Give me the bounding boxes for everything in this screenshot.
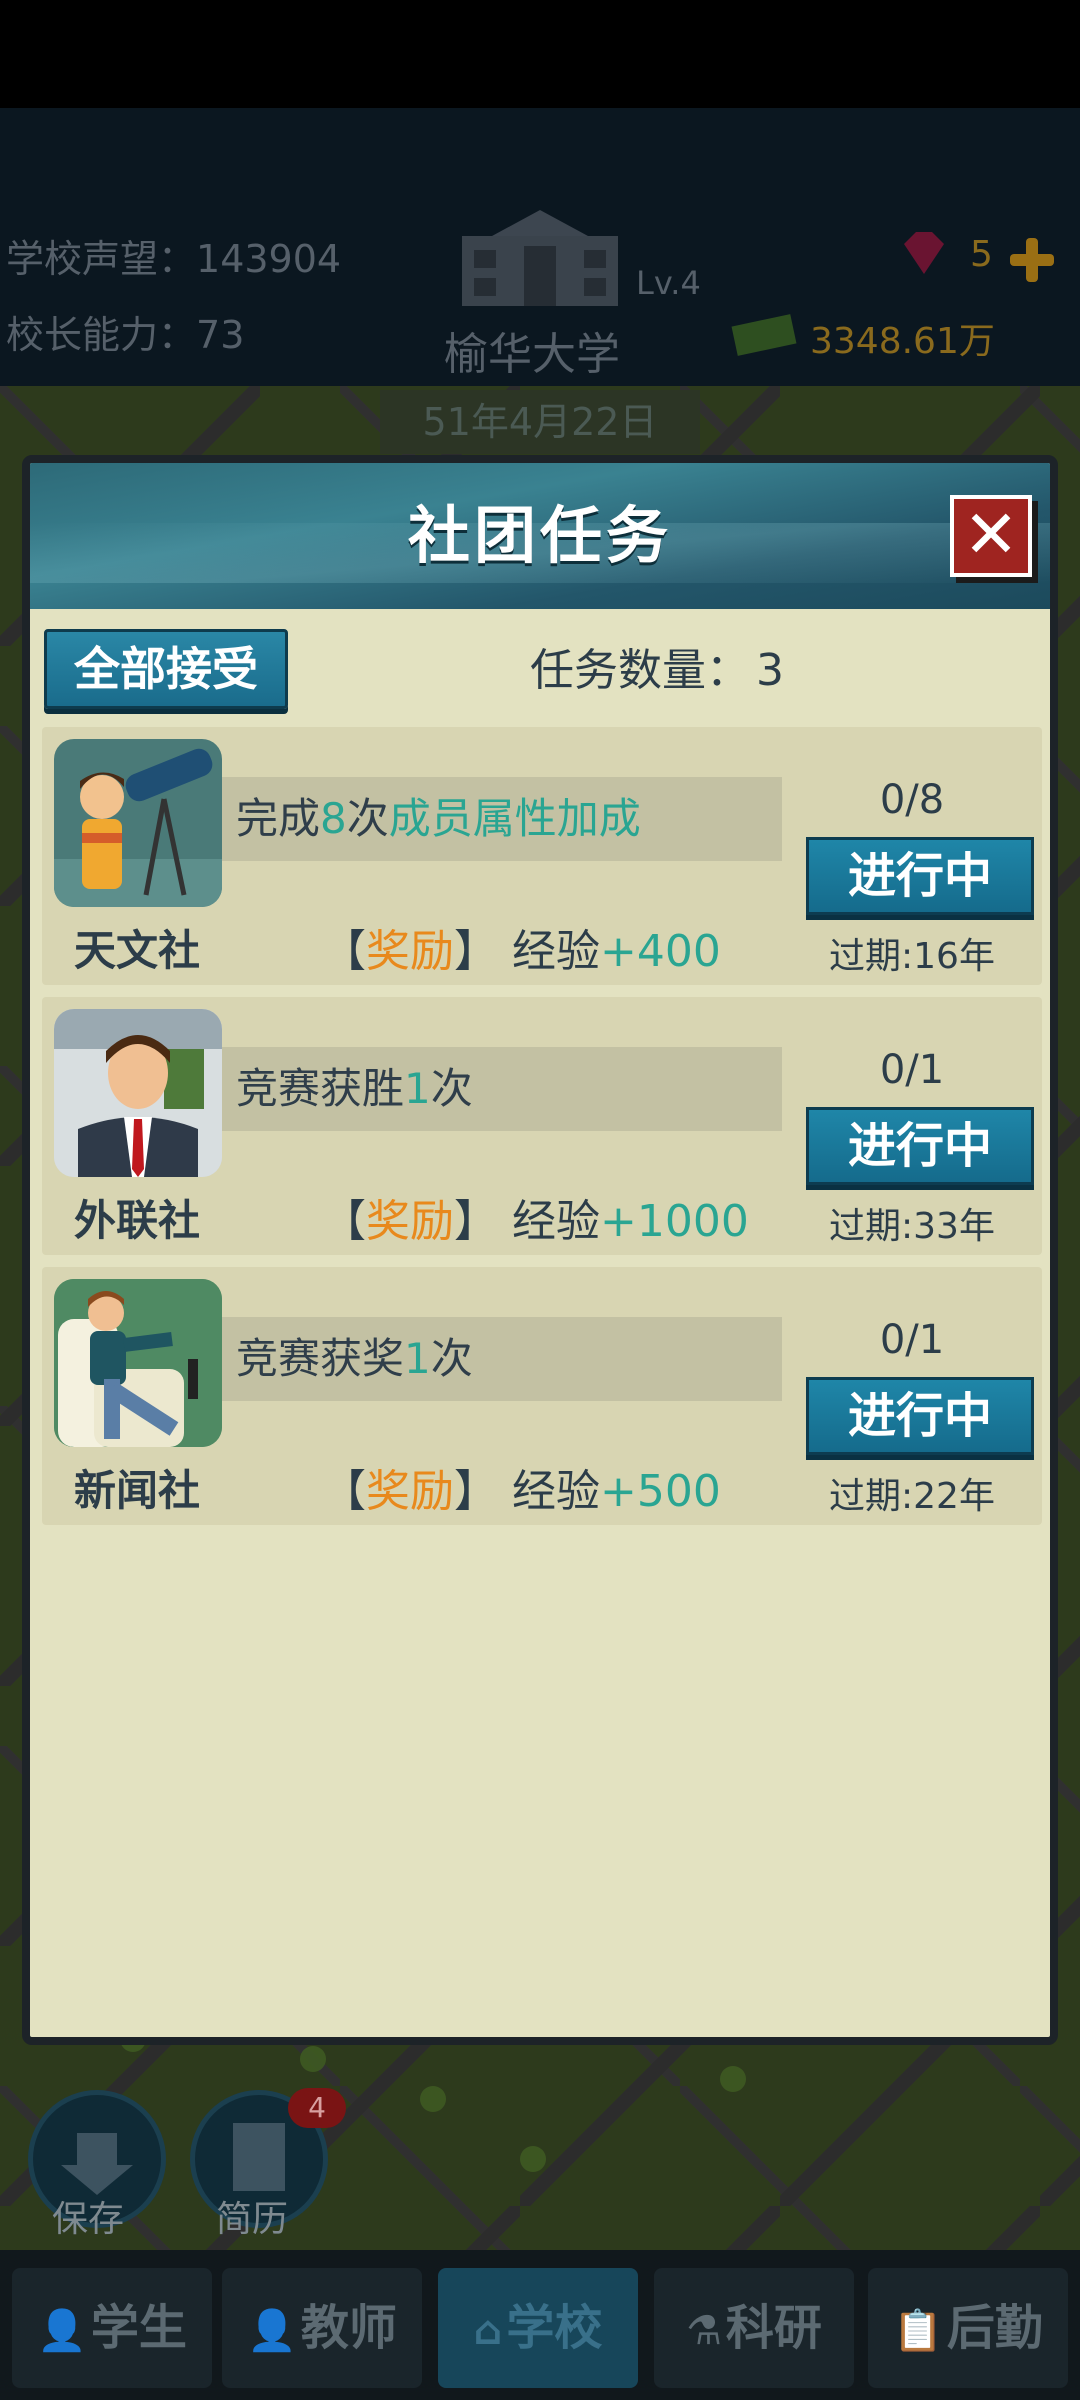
task-progress: 0/1: [879, 1047, 945, 1093]
school-level: Lv.4: [636, 264, 701, 302]
reputation-value: 143904: [196, 237, 342, 281]
task-status-button[interactable]: 进行中: [806, 837, 1034, 915]
reputation-label: 学校声望：: [6, 237, 197, 281]
club-name: 外联社: [74, 1196, 201, 1245]
task-reward: 【奖励】 经验+400: [322, 915, 721, 979]
money-icon: [731, 314, 797, 356]
desc-number: 8: [320, 794, 347, 843]
close-icon: ✕: [963, 496, 1019, 573]
task-count: 任务数量： 3: [530, 631, 910, 711]
reward-word: 奖励: [366, 1196, 454, 1247]
desc-number: 1: [404, 1064, 431, 1113]
desc-prefix: 竞赛获奖: [236, 1334, 405, 1383]
club-name: 天文社: [74, 926, 201, 975]
reward-amount: +400: [600, 926, 721, 977]
tab-school[interactable]: ⌂学校: [438, 2268, 638, 2388]
desc-prefix: 完成: [236, 794, 321, 843]
reward-bracket: 【: [322, 1196, 366, 1247]
add-gems-button[interactable]: [1010, 238, 1054, 282]
task-reward: 【奖励】 经验+1000: [322, 1185, 749, 1249]
desc-highlight: 成员属性加成: [388, 794, 641, 843]
desc-suffix: 次: [430, 1334, 473, 1383]
accept-all-button[interactable]: 全部接受: [44, 629, 288, 709]
task-card: 完成8次成员属性加成 天文社 【奖励】 经验+400 0/8 进行中 过期:16…: [42, 727, 1042, 985]
task-description: 竞赛获奖1次: [222, 1317, 782, 1401]
gem-count: 5: [970, 234, 993, 275]
desc-suffix: 次: [346, 794, 389, 843]
tree-decoration: [720, 2066, 746, 2092]
school-icon: ⌂: [473, 2308, 503, 2354]
reward-bracket: 【: [322, 926, 366, 977]
desc-suffix: 次: [430, 1064, 473, 1113]
tab-label: 后勤: [946, 2300, 1043, 2356]
task-card: 竞赛获胜1次 外联社 【奖励】 经验+1000 0/1 进行中 过期:33年: [42, 997, 1042, 1255]
task-progress: 0/8: [879, 777, 945, 823]
tab-research[interactable]: ⚗科研: [654, 2268, 854, 2388]
tab-logistics[interactable]: 📋后勤: [868, 2268, 1068, 2388]
task-expire: 过期:16年: [829, 936, 995, 977]
businessman-icon: [54, 1009, 222, 1177]
reward-type: 经验: [512, 926, 600, 977]
tree-decoration: [420, 2086, 446, 2112]
hud-panel: 学校声望：143904 校长能力：73 Lv.4 榆华大学 5 3348.61万: [0, 108, 1080, 458]
teacher-icon: 👤: [247, 2308, 297, 2354]
task-status-button[interactable]: 进行中: [806, 1107, 1034, 1185]
tab-students[interactable]: 👤学生: [12, 2268, 212, 2388]
reward-type: 经验: [512, 1196, 600, 1247]
money-amount: 3348.61万: [810, 321, 995, 362]
resume-label: 简历: [216, 2199, 289, 2240]
task-status-button[interactable]: 进行中: [806, 1377, 1034, 1455]
resume-badge: 4: [288, 2088, 346, 2128]
club-avatar-outreach: [54, 1009, 222, 1177]
close-button[interactable]: ✕: [950, 495, 1032, 577]
tree-decoration: [520, 2146, 546, 2172]
reward-bracket: 】: [454, 926, 498, 977]
task-progress: 0/1: [879, 1317, 945, 1363]
tab-label: 学生: [90, 2300, 187, 2356]
tree-decoration: [300, 2046, 326, 2072]
flask-icon: ⚗: [686, 2308, 722, 2354]
gem-icon: [904, 232, 944, 274]
task-description: 竞赛获胜1次: [222, 1047, 782, 1131]
tab-label: 教师: [300, 2300, 397, 2356]
task-expire: 过期:33年: [829, 1206, 995, 1247]
save-label: 保存: [52, 2199, 125, 2240]
reward-word: 奖励: [366, 926, 454, 977]
ability-label: 校长能力：: [6, 313, 197, 357]
task-count-label: 任务数量：: [530, 645, 750, 696]
school-name: 榆华大学: [444, 329, 620, 380]
task-card: 竞赛获奖1次 新闻社 【奖励】 经验+500 0/1 进行中 过期:22年: [42, 1267, 1042, 1525]
tab-label: 科研: [725, 2300, 822, 2356]
club-avatar-astronomy: [54, 739, 222, 907]
dialog-title: 社团任务: [407, 499, 672, 572]
club-name: 新闻社: [74, 1466, 201, 1515]
club-avatar-news: [54, 1279, 222, 1447]
task-reward: 【奖励】 经验+500: [322, 1455, 721, 1519]
clipboard-icon: 📋: [893, 2308, 943, 2354]
reward-bracket: 】: [454, 1466, 498, 1517]
tab-teachers[interactable]: 👤教师: [222, 2268, 422, 2388]
task-count-value: 3: [756, 645, 784, 696]
desc-prefix: 竞赛获胜: [236, 1064, 405, 1113]
interview-icon: [54, 1279, 222, 1447]
reward-type: 经验: [512, 1466, 600, 1517]
reward-amount: +1000: [600, 1196, 749, 1247]
task-expire: 过期:22年: [829, 1476, 995, 1517]
game-date: 51年4月22日: [380, 390, 700, 454]
status-bar: [0, 0, 1080, 108]
task-description: 完成8次成员属性加成: [222, 777, 782, 861]
desc-number: 1: [404, 1334, 431, 1383]
reward-bracket: 】: [454, 1196, 498, 1247]
tab-label: 学校: [506, 2300, 603, 2356]
reward-word: 奖励: [366, 1466, 454, 1517]
reward-bracket: 【: [322, 1466, 366, 1517]
student-icon: 👤: [37, 2308, 87, 2354]
reward-amount: +500: [600, 1466, 721, 1517]
ability-value: 73: [196, 313, 245, 357]
ability-stat: 校长能力：73: [6, 304, 244, 359]
reputation-stat: 学校声望：143904: [6, 228, 341, 283]
club-tasks-dialog: 社团任务 ✕ 全部接受 任务数量： 3 完成8次成员属性加成 天文社 【奖励】 经…: [22, 455, 1058, 2045]
telescope-icon: [54, 748, 222, 907]
school-building-icon: [462, 210, 618, 306]
